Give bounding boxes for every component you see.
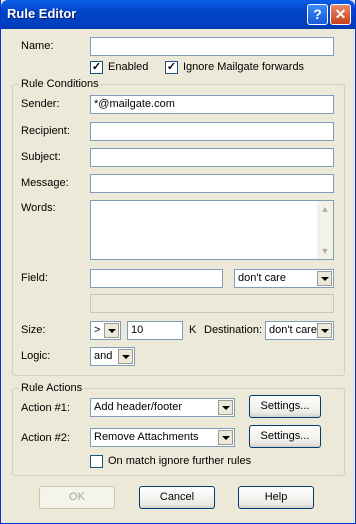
chevron-down-icon[interactable] bbox=[118, 349, 133, 364]
help-button[interactable]: Help bbox=[238, 486, 314, 509]
field-input[interactable] bbox=[90, 269, 223, 288]
message-input[interactable] bbox=[90, 174, 334, 193]
size-operator-select[interactable]: > bbox=[90, 321, 121, 340]
field-extra-input bbox=[90, 294, 334, 313]
size-input[interactable]: 10 bbox=[127, 321, 183, 340]
ok-button[interactable]: OK bbox=[39, 486, 115, 509]
message-label: Message: bbox=[21, 177, 69, 189]
enabled-checkbox[interactable]: ✓ bbox=[90, 61, 103, 74]
field-match-value: don't care bbox=[238, 272, 286, 284]
action1-settings-button[interactable]: Settings... bbox=[249, 395, 321, 418]
words-scrollbar[interactable]: ▲ ▼ bbox=[317, 201, 333, 259]
action1-value: Add header/footer bbox=[94, 401, 183, 413]
chevron-down-icon[interactable] bbox=[104, 323, 119, 338]
action2-settings-button[interactable]: Settings... bbox=[249, 425, 321, 448]
sender-input[interactable]: *@mailgate.com bbox=[90, 95, 334, 114]
chevron-down-icon[interactable] bbox=[317, 271, 332, 286]
action1-label: Action #1: bbox=[21, 402, 70, 414]
destination-label: Destination: bbox=[204, 324, 263, 336]
logic-select[interactable]: and bbox=[90, 347, 135, 366]
subject-label: Subject: bbox=[21, 151, 61, 163]
ignore-further-rules-checkbox[interactable] bbox=[90, 455, 103, 468]
field-match-select[interactable]: don't care bbox=[234, 269, 334, 288]
size-unit-label: K bbox=[189, 324, 197, 336]
scroll-up-icon[interactable]: ▲ bbox=[317, 201, 333, 217]
size-operator-value: > bbox=[94, 324, 101, 336]
name-input[interactable] bbox=[90, 37, 334, 56]
rule-actions-title: Rule Actions bbox=[19, 382, 85, 394]
ignore-further-rules-label: On match ignore further rules bbox=[108, 455, 252, 467]
help-icon[interactable]: ? bbox=[307, 4, 328, 25]
close-icon[interactable]: ✕ bbox=[330, 4, 351, 25]
logic-label: Logic: bbox=[21, 350, 51, 362]
cancel-button[interactable]: Cancel bbox=[139, 486, 215, 509]
subject-input[interactable] bbox=[90, 148, 334, 167]
name-label: Name: bbox=[21, 40, 54, 52]
recipient-input[interactable] bbox=[90, 122, 334, 141]
chevron-down-icon[interactable] bbox=[317, 323, 332, 338]
action2-select[interactable]: Remove Attachments bbox=[90, 428, 235, 447]
size-label: Size: bbox=[21, 324, 46, 336]
title-bar[interactable]: Rule Editor ? ✕ bbox=[1, 0, 355, 29]
action1-select[interactable]: Add header/footer bbox=[90, 398, 235, 417]
ignore-mailgate-checkbox[interactable]: ✓ bbox=[165, 61, 178, 74]
rule-conditions-title: Rule Conditions bbox=[19, 78, 101, 90]
words-label: Words: bbox=[21, 202, 56, 214]
field-label: Field: bbox=[21, 272, 48, 284]
rule-editor-window: Rule Editor ? ✕ Name: ✓ Enabled ✓ Ignore… bbox=[0, 0, 356, 524]
scroll-down-icon[interactable]: ▼ bbox=[317, 243, 333, 259]
destination-select[interactable]: don't care bbox=[265, 321, 334, 340]
chevron-down-icon[interactable] bbox=[218, 430, 233, 445]
action2-label: Action #2: bbox=[21, 432, 70, 444]
action2-value: Remove Attachments bbox=[94, 431, 199, 443]
chevron-down-icon[interactable] bbox=[218, 400, 233, 415]
ignore-mailgate-label: Ignore Mailgate forwards bbox=[183, 61, 305, 73]
window-title: Rule Editor bbox=[7, 6, 77, 21]
words-textarea[interactable]: ▲ ▼ bbox=[90, 200, 334, 260]
recipient-label: Recipient: bbox=[21, 125, 70, 137]
sender-label: Sender: bbox=[21, 98, 60, 110]
enabled-label: Enabled bbox=[108, 61, 149, 73]
destination-value: don't care bbox=[269, 324, 317, 336]
logic-value: and bbox=[94, 350, 113, 362]
